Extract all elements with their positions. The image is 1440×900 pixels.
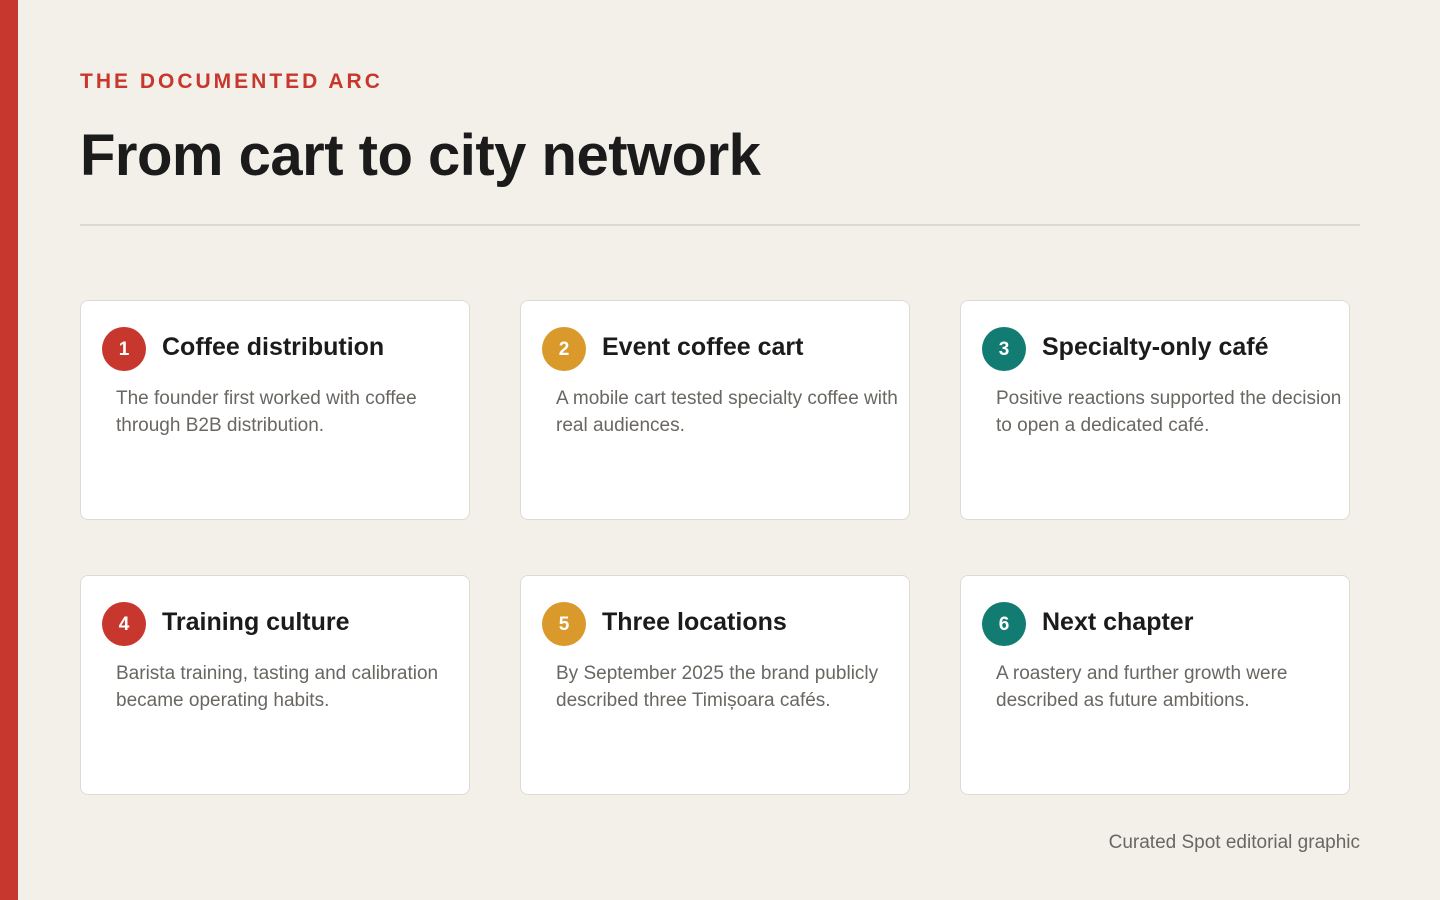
step-number-badge: 6: [982, 602, 1026, 646]
step-card-6: 6 Next chapter A roastery and further gr…: [960, 575, 1350, 795]
step-description: By September 2025 the brand publicly des…: [556, 663, 879, 711]
step-title: Coffee distribution: [162, 333, 385, 361]
step-description: A mobile cart tested specialty coffee wi…: [556, 388, 898, 436]
accent-bar: [0, 0, 18, 900]
step-card-3: 3 Specialty-only café Positive reactions…: [960, 300, 1350, 520]
step-description: Barista training, tasting and calibratio…: [116, 663, 439, 711]
step-title: Next chapter: [1042, 608, 1194, 636]
page-title: From cart to city network: [80, 123, 761, 188]
step-number-badge: 5: [542, 602, 586, 646]
step-title: Three locations: [602, 608, 787, 636]
step-title: Event coffee cart: [602, 333, 804, 361]
footer-credit: Curated Spot editorial graphic: [1108, 832, 1360, 853]
step-number-badge: 4: [102, 602, 146, 646]
step-card-5: 5 Three locations By September 2025 the …: [520, 575, 910, 795]
step-description: The founder first worked with coffee thr…: [116, 388, 417, 436]
step-title: Specialty-only café: [1042, 333, 1269, 361]
step-description: Positive reactions supported the decisio…: [996, 388, 1342, 436]
step-card-4: 4 Training culture Barista training, tas…: [80, 575, 470, 795]
step-title: Training culture: [162, 608, 350, 636]
eyebrow-label: THE DOCUMENTED ARC: [80, 70, 383, 93]
step-number-badge: 1: [102, 327, 146, 371]
step-description: A roastery and further growth were descr…: [996, 663, 1288, 711]
header-divider: [80, 224, 1360, 226]
step-card-2: 2 Event coffee cart A mobile cart tested…: [520, 300, 910, 520]
step-number-badge: 2: [542, 327, 586, 371]
step-card-1: 1 Coffee distribution The founder first …: [80, 300, 470, 520]
step-number-badge: 3: [982, 327, 1026, 371]
